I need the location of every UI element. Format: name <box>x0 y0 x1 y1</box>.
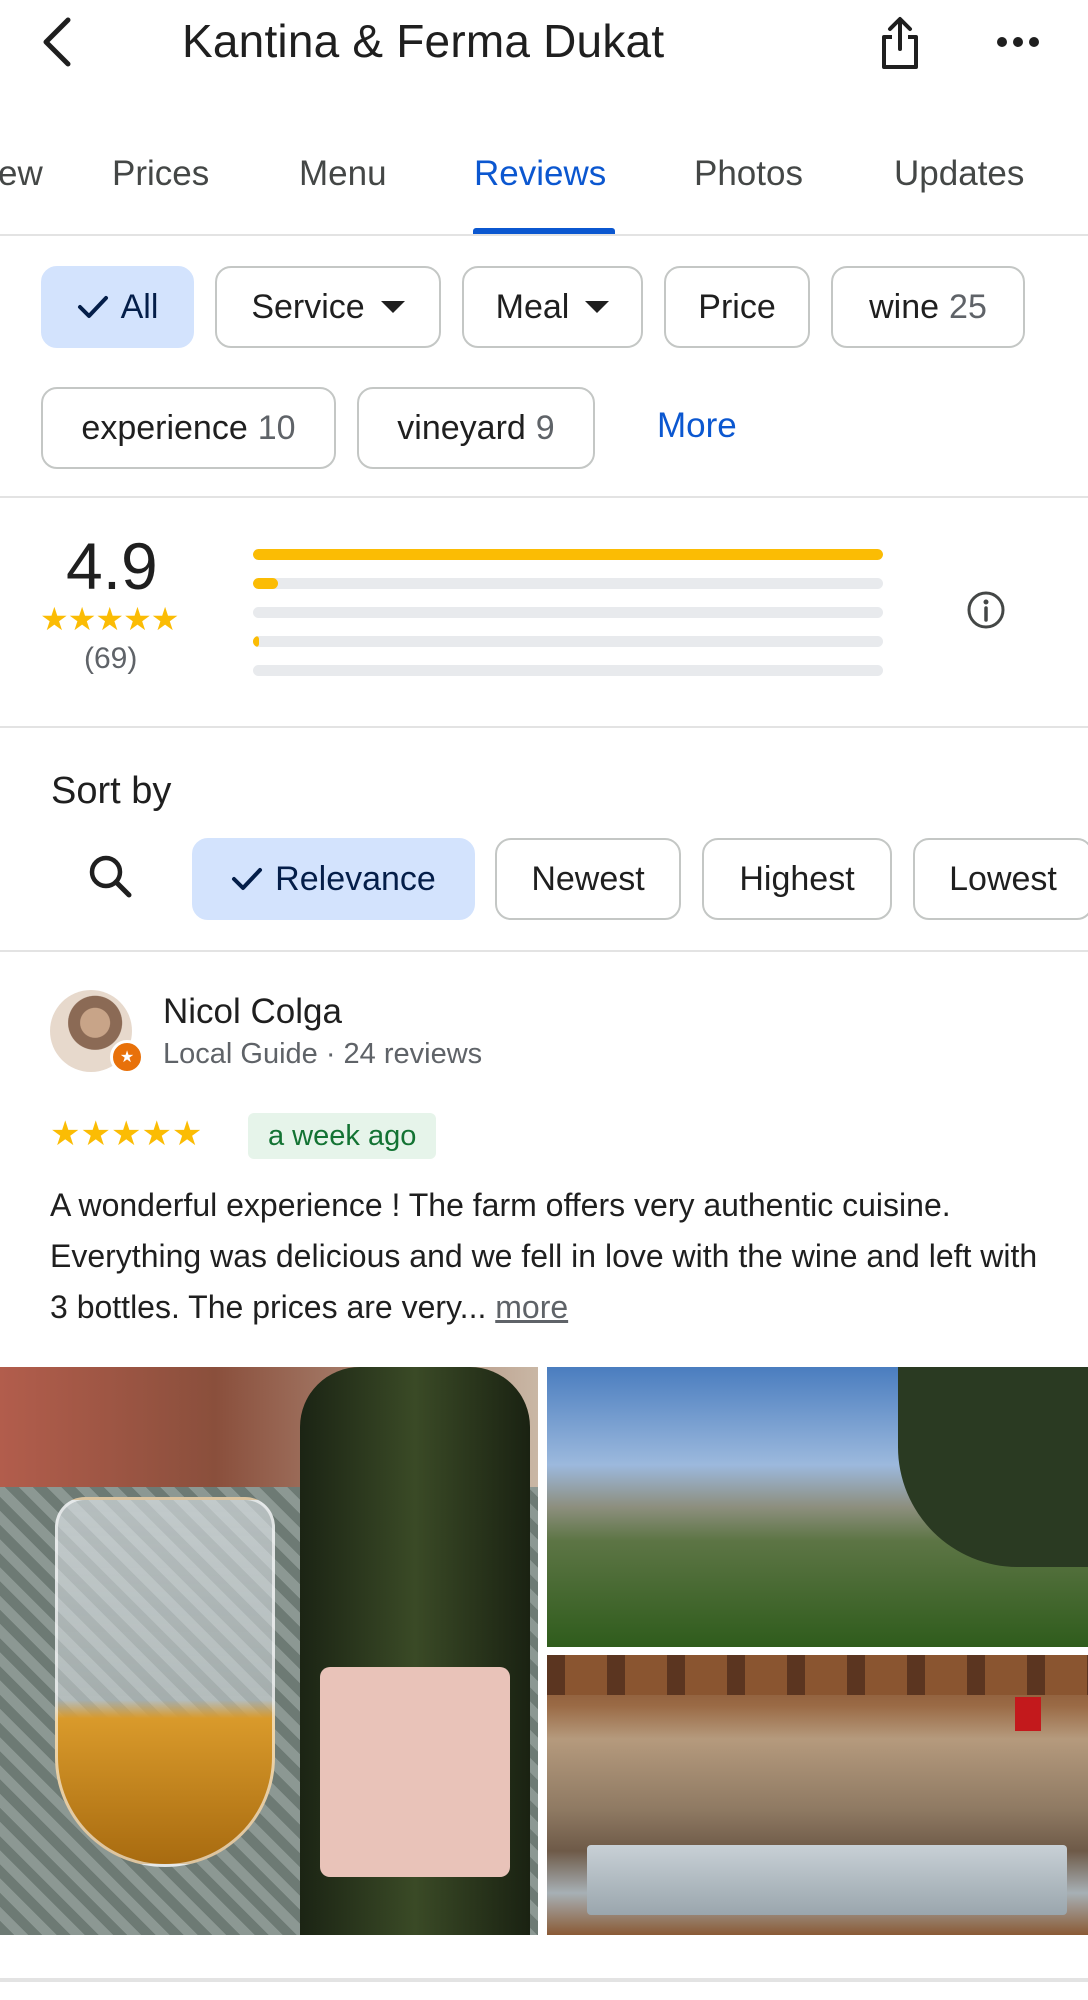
chip-label: Price <box>698 287 776 326</box>
divider <box>0 1978 1088 1982</box>
review-date-badge: a week ago <box>248 1113 437 1159</box>
filter-chip-service[interactable]: Service <box>215 266 441 348</box>
check-icon <box>231 866 263 892</box>
average-stars: ★★★★★ <box>40 601 179 637</box>
rating-bar-2-star <box>253 636 883 647</box>
chip-label: wine <box>869 287 940 326</box>
tab-photos[interactable]: Photos <box>694 154 803 194</box>
dropdown-caret-icon <box>585 301 610 313</box>
sort-chip-highest[interactable]: Highest <box>702 838 892 920</box>
review-text: A wonderful experience ! The farm offers… <box>50 1180 1050 1333</box>
chip-label: All <box>120 287 159 326</box>
filter-chip-vineyard[interactable]: vineyard 9 <box>357 387 595 469</box>
search-icon <box>87 853 133 904</box>
tab-bar: ew Prices Menu Reviews Photos Updates <box>0 140 1088 236</box>
photo-detail <box>320 1667 510 1877</box>
chevron-left-icon <box>40 16 72 73</box>
filter-chip-all[interactable]: All <box>41 266 194 348</box>
app-header: Kantina & Ferma Dukat <box>0 0 1088 90</box>
chip-count: 25 <box>949 287 987 326</box>
sort-chip-newest[interactable]: Newest <box>495 838 681 920</box>
review-photo-wine[interactable] <box>0 1367 538 1935</box>
more-horizontal-icon <box>996 35 1040 53</box>
sort-chip-lowest[interactable]: Lowest <box>913 838 1088 920</box>
rating-bar-3-star <box>253 607 883 618</box>
sort-label: Sort by <box>51 770 172 812</box>
chip-label: Meal <box>495 287 570 326</box>
chip-label: Newest <box>531 859 645 898</box>
chip-count: 10 <box>257 408 296 447</box>
photo-detail <box>587 1845 1067 1915</box>
tab-reviews[interactable]: Reviews <box>474 154 606 194</box>
rating-count: (69) <box>84 642 138 675</box>
tab-updates[interactable]: Updates <box>894 154 1024 194</box>
average-rating: 4.9 <box>66 529 158 603</box>
photo-detail <box>898 1367 1088 1567</box>
chip-label: Relevance <box>275 859 436 898</box>
rating-bar-fill <box>253 636 260 647</box>
reviewer-meta: Local Guide · 24 reviews <box>163 1038 483 1070</box>
rating-bar-4-star <box>253 578 883 589</box>
review-stars: ★★★★★ <box>50 1115 203 1153</box>
share-button[interactable] <box>872 14 928 76</box>
filter-chip-wine[interactable]: wine 25 <box>831 266 1025 348</box>
review-photo-vineyard[interactable] <box>547 1367 1088 1647</box>
tab-menu[interactable]: Menu <box>299 154 387 194</box>
photo-detail <box>547 1655 1088 1695</box>
chip-label: Service <box>251 287 365 326</box>
photo-detail <box>1015 1697 1041 1731</box>
rating-bar-fill <box>253 549 883 560</box>
tab-overview[interactable]: ew <box>0 154 43 194</box>
tab-prices[interactable]: Prices <box>112 154 209 194</box>
reviewer-name[interactable]: Nicol Colga <box>163 992 342 1032</box>
search-reviews-button[interactable] <box>84 852 136 904</box>
divider <box>0 496 1088 498</box>
filter-chip-experience[interactable]: experience 10 <box>41 387 336 469</box>
photo-detail <box>55 1497 275 1867</box>
chip-count: 9 <box>535 408 555 447</box>
back-button[interactable] <box>34 16 78 72</box>
more-filters-link[interactable]: More <box>657 406 737 446</box>
divider <box>0 726 1088 728</box>
chip-label: experience <box>81 408 248 447</box>
local-guide-badge-icon: ★ <box>110 1040 144 1074</box>
info-icon <box>966 590 1006 635</box>
filter-chip-price[interactable]: Price <box>664 266 810 348</box>
rating-bar-1-star <box>253 665 883 676</box>
review-photo-interior[interactable] <box>547 1655 1088 1935</box>
chip-label: vineyard <box>397 408 526 447</box>
chip-label: Lowest <box>949 859 1057 898</box>
dropdown-caret-icon <box>380 301 405 313</box>
place-title: Kantina & Ferma Dukat <box>182 15 665 67</box>
chip-label: Highest <box>739 859 855 898</box>
share-icon <box>878 15 922 76</box>
filter-chip-meal[interactable]: Meal <box>462 266 643 348</box>
sort-chip-relevance[interactable]: Relevance <box>192 838 475 920</box>
info-button[interactable] <box>964 590 1008 634</box>
check-icon <box>77 294 109 320</box>
read-more-link[interactable]: more <box>495 1289 568 1325</box>
rating-bar-5-star <box>253 549 883 560</box>
more-options-button[interactable] <box>990 22 1046 66</box>
divider <box>0 950 1088 952</box>
rating-bar-fill <box>253 578 279 589</box>
active-tab-indicator <box>473 228 615 234</box>
